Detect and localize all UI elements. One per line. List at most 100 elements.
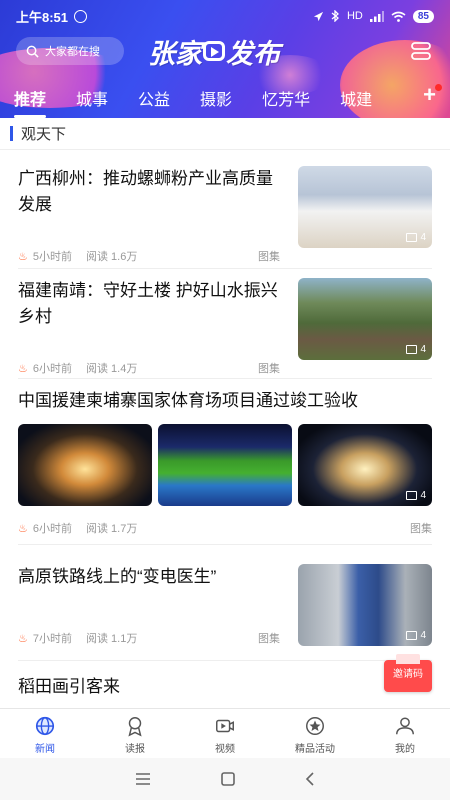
news-thumbnail: 4 — [298, 564, 432, 646]
signal-icon — [369, 10, 384, 22]
news-title: 高原铁路线上的“变电医生” — [18, 567, 217, 586]
gallery-icon — [406, 233, 418, 242]
news-item[interactable]: 中国援建柬埔寨国家体育场项目通过竣工验收 4 ♨ 6小时前 阅读 1.7万 图集 — [18, 388, 432, 536]
logo-text-right: 发布 — [226, 38, 280, 69]
gallery-icon — [406, 491, 418, 500]
network-type: HD — [346, 10, 363, 22]
gallery-icon — [406, 345, 418, 354]
video-icon — [216, 719, 234, 733]
divider — [18, 268, 432, 269]
hot-icon: ♨ — [18, 250, 28, 263]
hot-icon: ♨ — [18, 522, 28, 535]
nav-label: 视频 — [215, 744, 235, 755]
wifi-icon — [391, 11, 406, 22]
alarm-icon — [74, 9, 88, 23]
search-icon — [26, 45, 39, 58]
tab-public-welfare[interactable]: 公益 — [138, 86, 170, 110]
tab-memories[interactable]: 忆芳华 — [262, 86, 310, 110]
invite-code-button[interactable]: 邀请码 — [384, 654, 432, 692]
image-count-badge: 4 — [406, 490, 426, 501]
news-title: 中国援建柬埔寨国家体育场项目通过竣工验收 — [18, 391, 358, 410]
battery-level: 85 — [412, 9, 434, 23]
section-header: 观天下 — [0, 118, 450, 150]
divider — [18, 544, 432, 545]
divider — [18, 660, 432, 661]
notification-dot — [435, 84, 442, 91]
news-thumbnail: 4 — [298, 166, 432, 248]
tab-city-affairs[interactable]: 城事 — [76, 86, 108, 110]
globe-icon — [35, 716, 55, 736]
nav-label: 我的 — [395, 744, 415, 755]
news-time: 5小时前 — [32, 251, 72, 263]
news-item[interactable]: 高原铁路线上的“变电医生” ♨ 7小时前 阅读 1.1万 图集 4 — [18, 564, 432, 660]
news-thumbnail — [158, 424, 292, 506]
news-thumbnail: 4 — [298, 424, 432, 506]
search-box[interactable]: 大家都在搜 — [16, 37, 124, 65]
bluetooth-icon — [331, 10, 339, 22]
nav-label: 新闻 — [35, 744, 55, 755]
news-title: 广西柳州：推动螺蛳粉产业高质量发展 — [18, 169, 273, 214]
news-thumbnail: 4 — [298, 278, 432, 360]
image-count-badge: 4 — [406, 344, 426, 355]
news-type: 图集 — [258, 251, 280, 263]
status-time: 上午8:51 — [16, 9, 69, 25]
user-icon — [396, 717, 414, 735]
news-time: 6小时前 — [32, 523, 72, 535]
news-type: 图集 — [258, 633, 280, 645]
bottom-nav: 新闻 读报 视频 精品活动 我的 — [0, 708, 450, 758]
news-thumbnail — [18, 424, 152, 506]
system-nav-bar — [0, 758, 450, 800]
nav-activities[interactable]: 精品活动 — [270, 709, 360, 758]
news-meta: ♨ 7小时前 阅读 1.1万 图集 — [18, 630, 280, 646]
nav-label: 读报 — [125, 744, 145, 755]
news-type: 图集 — [258, 363, 280, 375]
tab-urban-construction[interactable]: 城建 — [340, 86, 372, 110]
news-reads: 阅读 1.7万 — [86, 523, 138, 535]
news-reads: 阅读 1.6万 — [86, 251, 138, 263]
news-meta: ♨ 6小时前 阅读 1.7万 图集 — [18, 520, 432, 536]
image-count: 4 — [420, 232, 426, 243]
news-title: 稻田画引客来 — [18, 677, 120, 696]
divider — [18, 378, 432, 379]
menu-icon[interactable] — [410, 40, 432, 62]
news-time: 6小时前 — [32, 363, 72, 375]
news-title: 福建南靖：守好土楼 护好山水振兴乡村 — [18, 281, 278, 326]
nav-news[interactable]: 新闻 — [0, 709, 90, 758]
home-square-icon[interactable] — [221, 772, 235, 786]
search-placeholder: 大家都在搜 — [45, 46, 100, 58]
news-reads: 阅读 1.4万 — [86, 363, 138, 375]
top-bar: 大家都在搜 张家 发布 — [0, 34, 450, 70]
back-icon[interactable] — [305, 772, 315, 786]
news-item[interactable]: 稻田画引客来 — [18, 674, 432, 704]
nav-label: 精品活动 — [295, 744, 335, 755]
status-bar: 上午8:51 HD 85 — [0, 0, 450, 32]
image-count: 4 — [420, 630, 426, 641]
ribbon-icon — [128, 717, 142, 737]
app-logo: 张家 发布 — [148, 34, 308, 69]
hot-icon: ♨ — [18, 362, 28, 375]
channel-tabs: 推荐 城事 公益 摄影 忆芳华 城建 + — [0, 80, 450, 118]
image-count: 4 — [420, 490, 426, 501]
nav-video[interactable]: 视频 — [180, 709, 270, 758]
nav-profile[interactable]: 我的 — [360, 709, 450, 758]
hot-icon: ♨ — [18, 632, 28, 645]
news-time: 7小时前 — [32, 633, 72, 645]
tab-photography[interactable]: 摄影 — [200, 86, 232, 110]
menu-lines-icon[interactable] — [135, 773, 151, 785]
news-meta: ♨ 6小时前 阅读 1.4万 图集 — [18, 360, 280, 376]
activity-icon — [306, 717, 324, 735]
image-count-badge: 4 — [406, 232, 426, 243]
section-accent-bar — [10, 126, 13, 141]
location-icon — [313, 11, 324, 21]
status-icons: HD 85 — [313, 9, 434, 23]
nav-read-paper[interactable]: 读报 — [90, 709, 180, 758]
logo-text-left: 张家 — [148, 38, 202, 69]
gallery-icon — [406, 631, 418, 640]
image-count-badge: 4 — [406, 630, 426, 641]
news-item[interactable]: 福建南靖：守好土楼 护好山水振兴乡村 ♨ 6小时前 阅读 1.4万 图集 4 — [18, 278, 432, 376]
tab-recommend[interactable]: 推荐 — [14, 86, 47, 118]
image-count: 4 — [420, 344, 426, 355]
news-type: 图集 — [410, 523, 432, 535]
section-title: 观天下 — [21, 126, 67, 143]
news-item[interactable]: 广西柳州：推动螺蛳粉产业高质量发展 ♨ 5小时前 阅读 1.6万 图集 4 — [18, 166, 432, 263]
